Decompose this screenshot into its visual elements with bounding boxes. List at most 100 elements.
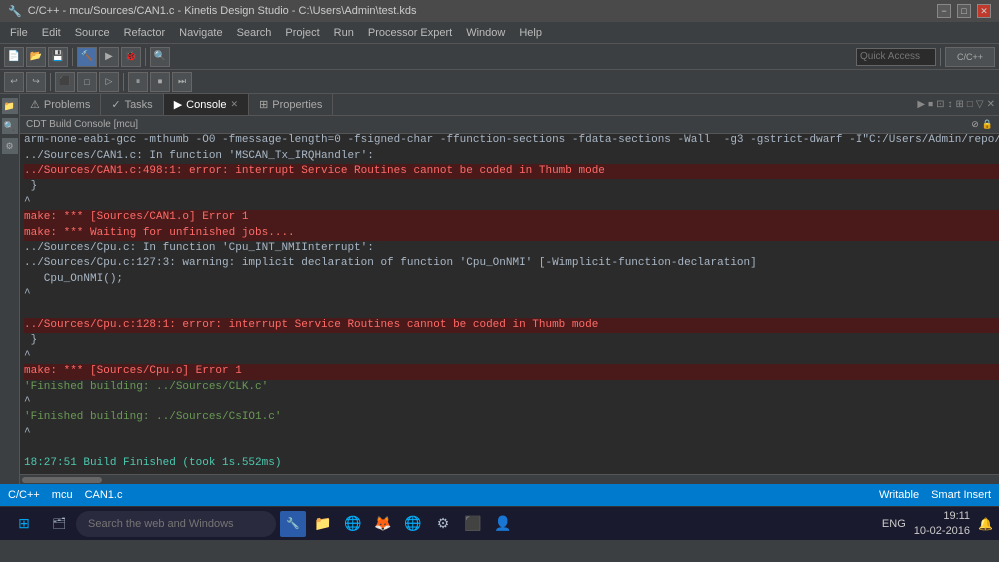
quick-access-input[interactable] [856,48,936,66]
console-ctrl-3[interactable]: ⊡ [936,99,944,110]
console-ctrl-7[interactable]: ▽ [976,99,984,110]
hscroll-thumb [22,477,102,483]
taskbar: ⊞ 🗂 🔧 📁 🌐 🦊 🌐 ⚙ ⬛ 👤 ENG 19:11 10-02-2016… [0,506,999,540]
taskbar-right: ENG 19:11 10-02-2016 🔔 [882,509,993,538]
start-button[interactable]: ⊞ [6,510,42,538]
properties-icon: ⊞ [259,98,268,111]
scroll-lock-btn[interactable]: 🔒 [982,119,993,130]
menu-item-search[interactable]: Search [231,25,278,41]
console-line: ../Sources/Cpu.c: In function 'Cpu_INT_N… [24,241,999,256]
close-button[interactable]: ✕ [977,4,991,18]
explorer-icon[interactable]: 📁 [310,511,336,537]
toolbar-sep-3 [940,48,941,66]
console-line: 'Finished building: ../Sources/CsIO1.c' [24,410,999,425]
toolbar2-btn4[interactable]: □ [77,72,97,92]
user-icon[interactable]: 👤 [490,511,516,537]
console-ctrl-2[interactable]: ⏹ [928,99,933,110]
console-line: 'Finished building: ../Sources/CLK.c' [24,380,999,395]
title-bar-left: 🔧 C/C++ - mcu/Sources/CAN1.c - Kinetis D… [8,5,417,18]
toolbar2-btn2[interactable]: ↪ [26,72,46,92]
console-ctrl-8[interactable]: ✕ [987,99,995,110]
console-line: } [24,179,999,194]
chrome-icon[interactable]: 🌐 [400,511,426,537]
menu-item-file[interactable]: File [4,25,34,41]
notifications-icon[interactable]: 🔔 [978,517,993,531]
console-output[interactable]: 'Building file: ../Sources/Cpu.c'^'Invok… [20,134,999,474]
toolbar2-btn7[interactable]: ⏹ [150,72,170,92]
console-ctrl-5[interactable]: ⊞ [955,99,963,110]
console-line: ^ [24,426,999,441]
content-area: ⚠ Problems ✓ Tasks ▶ Console ✕ ⊞ Propert… [20,94,999,484]
console-line [24,303,999,318]
kinetis-taskbar-icon[interactable]: 🔧 [280,511,306,537]
clear-btn[interactable]: ⊘ [971,119,979,130]
sidebar-icon-3[interactable]: ⚙ [2,138,18,154]
toolbar2-btn3[interactable]: ⬛ [55,72,75,92]
toolbar2-btn6[interactable]: ⏸ [128,72,148,92]
status-bar: C/C++ mcu CAN1.c Writable Smart Insert [0,484,999,506]
toolbar-debug-btn[interactable]: 🐞 [121,47,141,67]
tab-problems[interactable]: ⚠ Problems [20,94,101,115]
tab-problems-label: Problems [44,99,90,111]
toolbar-build-btn[interactable]: 🔨 [77,47,97,67]
toolbar-save-btn[interactable]: 💾 [48,47,68,67]
console-hscrollbar[interactable] [20,474,999,484]
sidebar-icon-2[interactable]: 🔍 [2,118,18,134]
tab-properties-label: Properties [272,99,322,111]
status-right: Writable Smart Insert [879,489,991,501]
console-line: ^ [24,395,999,410]
console-header: CDT Build Console [mcu] ⊘ 🔒 [20,116,999,134]
menu-item-help[interactable]: Help [513,25,548,41]
toolbar-run-btn[interactable]: ▶ [99,47,119,67]
console-line: make: *** [Sources/CAN1.o] Error 1 [24,210,999,225]
minimize-button[interactable]: − [937,4,951,18]
console-ctrl-6[interactable]: □ [967,99,973,110]
menu-item-refactor[interactable]: Refactor [118,25,172,41]
toolbar-new-btn[interactable]: 📄 [4,47,24,67]
console-tab-close[interactable]: ✕ [231,99,239,110]
console-line: ../Sources/Cpu.c:128:1: error: interrupt… [24,318,999,333]
perspective-btn[interactable]: C/C++ [945,47,995,67]
app-icon: 🔧 [8,5,22,18]
status-item-1: C/C++ [8,489,40,501]
console-line [24,441,999,456]
firefox-icon[interactable]: 🦊 [370,511,396,537]
title-bar-controls: − □ ✕ [937,4,991,18]
taskbar-date-display: 10-02-2016 [914,524,970,538]
toolbar-open-btn[interactable]: 📂 [26,47,46,67]
tab-tasks[interactable]: ✓ Tasks [101,94,163,115]
taskbar-time-display: 19:11 [914,509,970,523]
terminal-icon[interactable]: ⬛ [460,511,486,537]
console-line: ^ [24,195,999,210]
menu-item-processor expert[interactable]: Processor Expert [362,25,458,41]
toolbar2-btn5[interactable]: ▷ [99,72,119,92]
toolbar2-btn8[interactable]: ⏭ [172,72,192,92]
menu-item-navigate[interactable]: Navigate [173,25,228,41]
toolbar2-btn1[interactable]: ↩ [4,72,24,92]
toolbar-search-btn[interactable]: 🔍 [150,47,170,67]
console-ctrl-1[interactable]: ▶ [917,99,925,110]
status-insert: Smart Insert [931,489,991,501]
menu-item-edit[interactable]: Edit [36,25,67,41]
menu-item-window[interactable]: Window [460,25,511,41]
settings-icon[interactable]: ⚙ [430,511,456,537]
taskbar-search-input[interactable] [76,511,276,537]
toolbar2: ↩ ↪ ⬛ □ ▷ ⏸ ⏹ ⏭ [0,70,999,94]
menu-item-run[interactable]: Run [328,25,360,41]
menu-item-project[interactable]: Project [279,25,325,41]
menu-bar: FileEditSourceRefactorNavigateSearchProj… [0,22,999,44]
console-line: make: *** Waiting for unfinished jobs...… [24,226,999,241]
title-bar-text: C/C++ - mcu/Sources/CAN1.c - Kinetis Des… [28,5,417,17]
console-line: ../Sources/CAN1.c:498:1: error: interrup… [24,164,999,179]
sidebar-icon-1[interactable]: 📁 [2,98,18,114]
maximize-button[interactable]: □ [957,4,971,18]
menu-item-source[interactable]: Source [69,25,116,41]
left-sidebar: 📁 🔍 ⚙ [0,94,20,484]
tab-console[interactable]: ▶ Console ✕ [164,94,249,115]
tab-properties[interactable]: ⊞ Properties [249,94,333,115]
console-line: ^ [24,287,999,302]
console-tabs: ⚠ Problems ✓ Tasks ▶ Console ✕ ⊞ Propert… [20,94,999,116]
task-view-btn[interactable]: 🗂 [46,511,72,537]
console-ctrl-4[interactable]: ↕ [947,99,952,110]
edge-icon[interactable]: 🌐 [340,511,366,537]
